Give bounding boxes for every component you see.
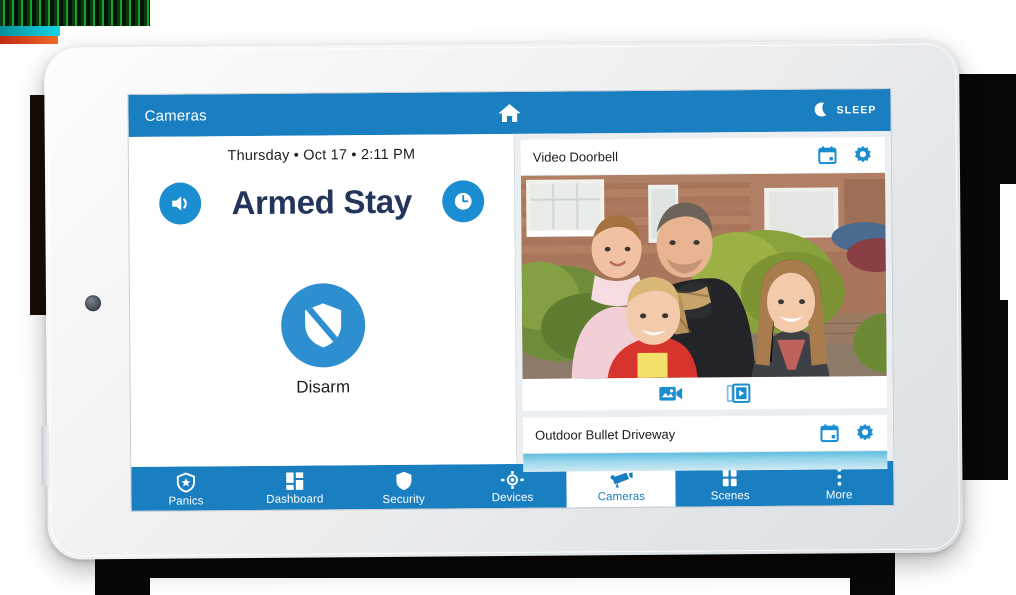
- camera-header: Outdoor Bullet Driveway: [522, 414, 888, 454]
- nav-label: Devices: [491, 491, 534, 504]
- home-button[interactable]: [128, 98, 890, 128]
- shadow-artifact: [0, 26, 60, 36]
- volume-button[interactable]: [159, 182, 202, 225]
- video-library-icon[interactable]: [726, 383, 751, 403]
- shadow-artifact: [0, 36, 58, 44]
- nav-item-dashboard[interactable]: Dashboard: [240, 465, 349, 510]
- speaker-icon: [168, 192, 192, 214]
- camera-video-feed[interactable]: [521, 172, 887, 379]
- sleep-label: SLEEP: [836, 104, 877, 117]
- camera-controls: [522, 375, 887, 411]
- camera-scene: [521, 172, 887, 379]
- gear-icon[interactable]: [855, 423, 875, 443]
- dots-vertical-icon: [836, 467, 842, 486]
- main-content: Thursday • Oct 17 • 2:11 PM Armed Stay D…: [128, 130, 894, 472]
- nav-label: More: [825, 489, 853, 502]
- disarm-button[interactable]: Disarm: [130, 282, 516, 399]
- nav-label: Security: [382, 493, 425, 506]
- nav-label: Scenes: [710, 489, 750, 502]
- tablet-device: Cameras SLEEP Thursday • Oct 17 • 2:11 P…: [40, 40, 963, 560]
- disarm-label: Disarm: [296, 377, 351, 397]
- tablet-screen: Cameras SLEEP Thursday • Oct 17 • 2:11 P…: [128, 88, 894, 511]
- camera-header: Video Doorbell: [520, 137, 886, 176]
- front-camera-sensor-icon: [84, 295, 102, 312]
- calendar-icon[interactable]: [820, 423, 839, 443]
- sleep-button[interactable]: SLEEP: [814, 101, 877, 119]
- shield-star-icon: [176, 471, 195, 493]
- security-panel: Thursday • Oct 17 • 2:11 PM Armed Stay D…: [128, 133, 518, 467]
- camera-header-actions: [820, 423, 875, 443]
- camera-list: Video Doorbell Outdoor Bullet Driveway: [514, 130, 894, 472]
- squares-icon: [721, 469, 740, 487]
- arm-status-row: Armed Stay: [129, 180, 514, 225]
- shadow-artifact: [150, 578, 850, 595]
- nav-label: Dashboard: [266, 493, 324, 506]
- arm-state-label: Armed Stay: [231, 182, 413, 222]
- side-power-button[interactable]: [40, 425, 50, 486]
- nav-label: Panics: [168, 494, 204, 508]
- camera-video-feed[interactable]: [523, 450, 888, 472]
- camera-card: Outdoor Bullet Driveway: [522, 414, 888, 472]
- nav-label: Cameras: [597, 490, 646, 503]
- disarm-circle: [280, 283, 366, 368]
- calendar-icon[interactable]: [818, 145, 837, 165]
- screenshot-stage: Cameras SLEEP Thursday • Oct 17 • 2:11 P…: [0, 0, 1016, 595]
- home-icon: [496, 101, 522, 125]
- bulb-rays-icon: [500, 470, 524, 489]
- shield-icon: [395, 470, 412, 490]
- nav-item-panics[interactable]: Panics: [131, 466, 240, 511]
- clock-icon: [450, 188, 476, 214]
- camera-name: Outdoor Bullet Driveway: [535, 426, 676, 443]
- nav-item-security[interactable]: Security: [349, 464, 458, 509]
- grid-icon: [285, 472, 304, 491]
- gear-icon[interactable]: [853, 145, 873, 165]
- video-record-icon[interactable]: [659, 385, 683, 403]
- camera-card: Video Doorbell: [520, 137, 887, 411]
- schedule-button[interactable]: [441, 180, 485, 223]
- moon-icon: [814, 101, 830, 119]
- camera-header-actions: [818, 145, 873, 165]
- app-bar: Cameras SLEEP: [128, 88, 891, 137]
- datetime-display: Thursday • Oct 17 • 2:11 PM: [227, 146, 416, 165]
- camera-name: Video Doorbell: [532, 149, 618, 165]
- shield-slash-icon: [299, 300, 345, 350]
- cctv-camera-icon: [609, 469, 633, 488]
- shadow-artifact: [0, 0, 150, 26]
